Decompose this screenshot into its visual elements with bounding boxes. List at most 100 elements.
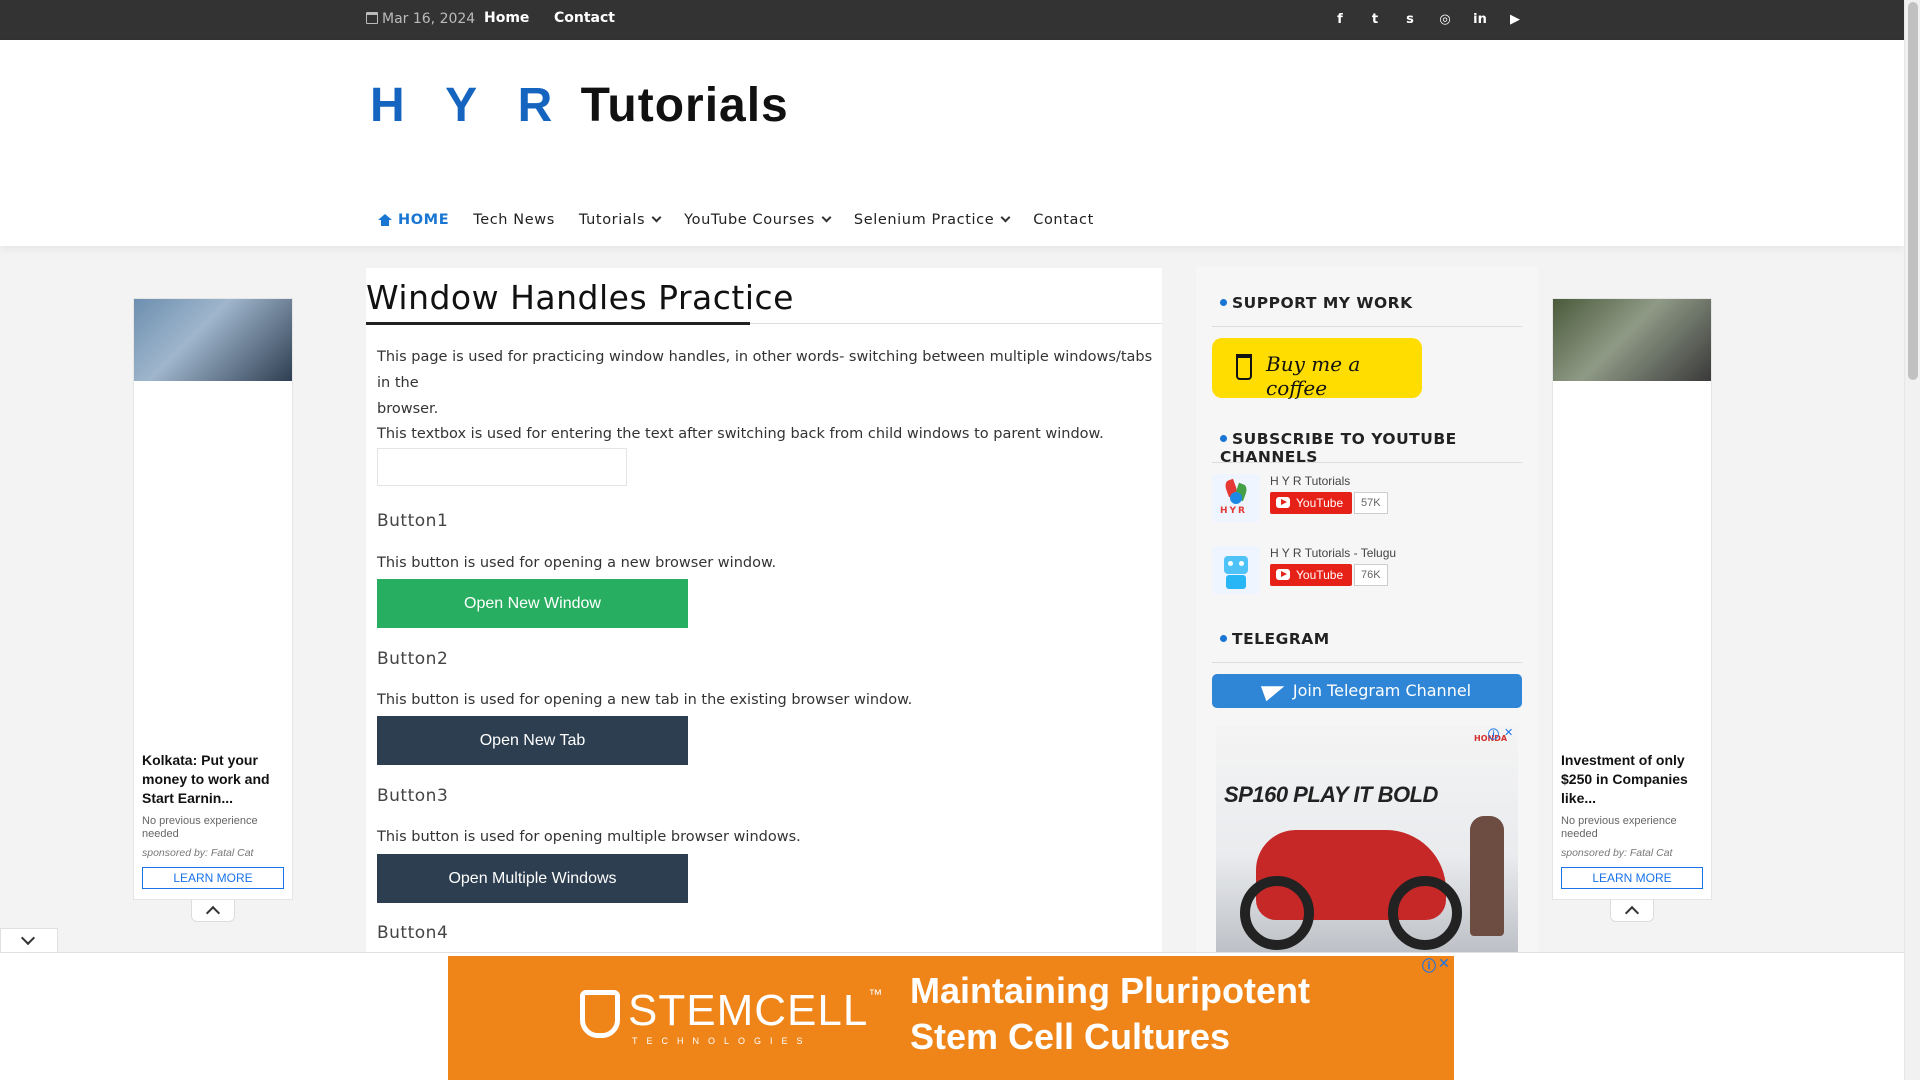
nav-item-tech-news[interactable]: Tech News: [473, 212, 555, 228]
ad-sponsor: sponsored by: Fatal Cat: [1561, 847, 1673, 859]
bottom-ad-toggle[interactable]: [0, 928, 58, 954]
stemcell-brand: STEMCELL™: [628, 986, 883, 1036]
stemcell-ad[interactable]: STEMCELL™ TECHNOLOGIES Maintaining Pluri…: [448, 956, 1454, 1080]
left-side-ad[interactable]: Kolkata: Put your money to work and Star…: [133, 298, 293, 900]
open-new-window-button[interactable]: Open New Window: [377, 579, 688, 628]
chevron-down-icon: [821, 212, 832, 223]
nav-label: Selenium Practice: [853, 212, 995, 228]
bullet-icon: [1220, 435, 1227, 442]
ad-headline-line1: Maintaining Pluripotent: [910, 970, 1310, 1011]
motorcycle-wheel: [1240, 876, 1314, 950]
telegram-button-label: Join Telegram Channel: [1292, 681, 1472, 700]
button3-description: This button is used for opening multiple…: [377, 829, 801, 845]
chevron-down-icon: [20, 930, 36, 946]
youtube-channel-row: HYR H Y R Tutorials YouTube 57K: [1212, 470, 1522, 524]
title-underline: [366, 322, 750, 325]
social-links: f t s ◎ in ▶: [1332, 11, 1523, 29]
buy-me-a-coffee-button[interactable]: Buy me a coffee: [1212, 338, 1422, 400]
chevron-down-icon: [1000, 212, 1011, 223]
button2-heading: Button2: [377, 649, 449, 669]
divider: [1212, 662, 1522, 663]
ad-info-icon[interactable]: ⓘ: [1422, 956, 1436, 976]
date-display: Mar 16, 2024: [366, 11, 475, 27]
intro-text: This page is used for practicing window …: [377, 344, 1162, 422]
left-ad-collapse[interactable]: [191, 900, 235, 922]
twitter-icon[interactable]: t: [1367, 11, 1383, 29]
nav-item-tutorials[interactable]: Tutorials: [579, 212, 662, 228]
youtube-icon[interactable]: ▶: [1507, 11, 1523, 29]
nav-item-selenium-practice[interactable]: Selenium Practice: [853, 212, 1011, 228]
nav-label: Contact: [1033, 212, 1094, 228]
channel-name[interactable]: H Y R Tutorials - Telugu: [1270, 546, 1396, 560]
logo-part-hyr: H Y R: [370, 79, 567, 132]
ad-subtext: No previous experience needed: [142, 815, 258, 840]
open-multiple-windows-button[interactable]: Open Multiple Windows: [377, 854, 688, 903]
button1-heading: Button1: [377, 511, 449, 531]
coffee-cup-icon: [1236, 354, 1252, 380]
youtube-subscribe-button[interactable]: YouTube: [1270, 492, 1352, 514]
facebook-icon[interactable]: f: [1332, 11, 1348, 29]
honda-ad[interactable]: HONDA ⓘ ✕ SP160 PLAY IT BOLD: [1216, 726, 1518, 962]
logo-part-tutorials: Tutorials: [580, 79, 789, 132]
stemcell-trademark: ™: [868, 986, 884, 1002]
robot-eye: [1239, 561, 1244, 566]
skype-icon[interactable]: s: [1402, 11, 1418, 29]
telegram-heading: TELEGRAM: [1220, 630, 1330, 648]
support-title: SUPPORT MY WORK: [1232, 294, 1413, 312]
nav-label: Tech News: [473, 212, 555, 228]
learn-more-button[interactable]: LEARN MORE: [142, 867, 284, 889]
page-title: Window Handles Practice: [366, 278, 794, 317]
linkedin-icon[interactable]: in: [1472, 11, 1488, 29]
ad-headline-line2: Stem Cell Cultures: [910, 1016, 1231, 1057]
name-textbox[interactable]: [377, 448, 627, 486]
ad-close-icon[interactable]: ✕: [1504, 726, 1513, 739]
page-scrollbar[interactable]: [1904, 0, 1920, 1080]
calendar-icon: [366, 12, 378, 24]
bullet-icon: [1220, 299, 1227, 306]
ad-image: [1553, 299, 1711, 381]
divider: [1212, 462, 1522, 463]
top-bar: Mar 16, 2024 Home Contact f t s ◎ in ▶: [0, 0, 1904, 40]
subscriber-count: 76K: [1354, 564, 1388, 586]
logo-leaf: [1230, 492, 1242, 504]
nav-item-youtube-courses[interactable]: YouTube Courses: [684, 212, 832, 228]
robot-body: [1226, 575, 1246, 589]
telegram-icon: [1260, 678, 1287, 702]
channel-name[interactable]: H Y R Tutorials: [1270, 474, 1350, 488]
stemcell-logo-icon: [580, 990, 620, 1038]
main-content: Window Handles Practice This page is use…: [366, 268, 1162, 960]
textbox-description: This textbox is used for entering the te…: [377, 426, 1104, 442]
ad-close-icon[interactable]: ✕: [1438, 956, 1450, 972]
rider-image: [1470, 816, 1504, 936]
avatar-label: HYR: [1220, 506, 1247, 516]
main-nav: HOME Tech News Tutorials YouTube Courses…: [378, 212, 1094, 228]
join-telegram-button[interactable]: Join Telegram Channel: [1212, 674, 1522, 708]
sidebar: SUPPORT MY WORK Buy me a coffee SUBSCRIB…: [1196, 266, 1538, 966]
robot-eye: [1228, 561, 1233, 566]
chevron-up-icon: [205, 905, 221, 921]
subscriber-count: 57K: [1354, 492, 1388, 514]
learn-more-button[interactable]: LEARN MORE: [1561, 867, 1703, 889]
ad-subtext: No previous experience needed: [1561, 815, 1677, 840]
ad-headline: Kolkata: Put your money to work and Star…: [142, 752, 270, 806]
instagram-icon[interactable]: ◎: [1437, 11, 1453, 29]
ad-sponsor: sponsored by: Fatal Cat: [142, 847, 254, 859]
intro-line: browser.: [377, 401, 439, 417]
channel-avatar[interactable]: HYR: [1212, 474, 1260, 522]
nav-label: YouTube Courses: [684, 212, 815, 228]
scrollbar-thumb[interactable]: [1908, 2, 1918, 380]
nav-item-home[interactable]: HOME: [378, 212, 449, 228]
date-text: Mar 16, 2024: [382, 11, 476, 27]
intro-line: This page is used for practicing window …: [377, 349, 1153, 391]
topbar-link-home[interactable]: Home: [484, 10, 529, 26]
channel-avatar[interactable]: [1212, 546, 1260, 594]
youtube-subscribe-button[interactable]: YouTube: [1270, 564, 1352, 586]
nav-item-contact[interactable]: Contact: [1033, 212, 1094, 228]
topbar-link-contact[interactable]: Contact: [554, 10, 615, 26]
right-side-ad[interactable]: Investment of only $250 in Companies lik…: [1552, 298, 1712, 900]
open-new-tab-button[interactable]: Open New Tab: [377, 716, 688, 765]
site-logo[interactable]: H Y R Tutorials: [370, 78, 789, 133]
right-ad-collapse[interactable]: [1610, 900, 1654, 922]
chevron-up-icon: [1624, 905, 1640, 921]
ad-info-icon[interactable]: ⓘ: [1488, 726, 1499, 742]
